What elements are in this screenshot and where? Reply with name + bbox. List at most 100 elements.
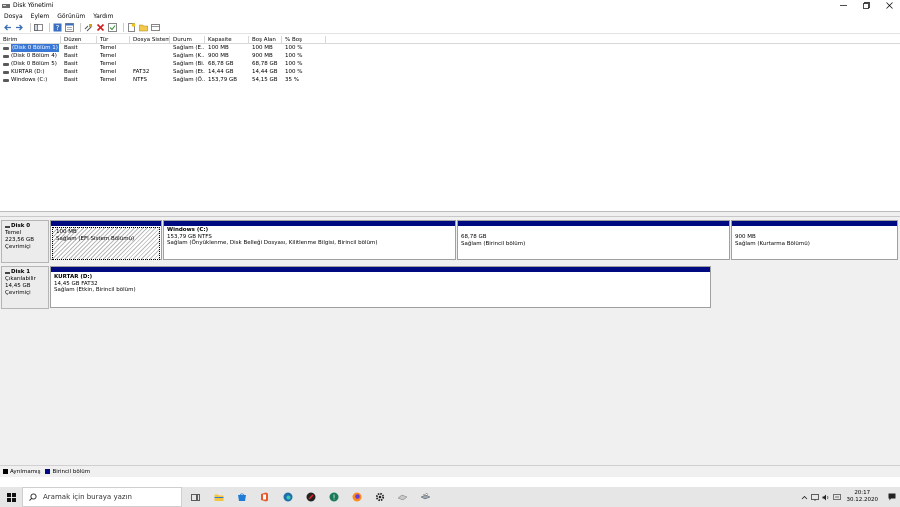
- column-header-durum[interactable]: Durum: [170, 36, 205, 43]
- open-button[interactable]: [139, 23, 148, 32]
- settings-button[interactable]: [368, 487, 391, 507]
- file-explorer-button[interactable]: [207, 487, 230, 507]
- table-row[interactable]: Windows (C:) Basit Temel NTFS Sağlam (Ö... 15…: [0, 76, 900, 84]
- table-cell: [130, 60, 170, 68]
- firefox-icon: [352, 492, 361, 502]
- window-title: Disk Yönetimi: [13, 2, 54, 9]
- partition-bar: [51, 221, 161, 226]
- table-row[interactable]: KURTAR (D:) Basit Temel FAT32 Sağlam (Et... 1…: [0, 68, 900, 76]
- edge-button[interactable]: [276, 487, 299, 507]
- volume-name: (Disk 0 Bölüm 1): [11, 44, 59, 52]
- volume-name: Windows (C:): [11, 77, 48, 83]
- minimize-button[interactable]: [832, 0, 854, 11]
- table-cell: 14,44 GB: [252, 69, 278, 75]
- network-icon: [811, 493, 819, 501]
- column-header-yuzde-bos[interactable]: % Boş: [282, 36, 326, 43]
- speaker-icon: [822, 494, 829, 500]
- show-hide-console-icon: [34, 23, 43, 31]
- opera-button[interactable]: [299, 487, 322, 507]
- delete-button[interactable]: [96, 23, 105, 32]
- menu-gorunum[interactable]: Görünüm: [57, 13, 85, 20]
- taskbar-clock[interactable]: 20:17 30.12.2020: [847, 490, 879, 504]
- svg-text:?: ?: [56, 24, 60, 32]
- view-button[interactable]: [151, 23, 160, 32]
- volume-icon: [3, 54, 9, 58]
- partition-status: Sağlam (Etkin, Birincil bölüm): [54, 287, 136, 293]
- show-hide-console-button[interactable]: [34, 23, 43, 32]
- firefox-button[interactable]: [345, 487, 368, 507]
- menu-dosya[interactable]: Dosya: [4, 13, 23, 20]
- table-cell-volume: (Disk 0 Bölüm 4): [0, 52, 61, 60]
- back-button[interactable]: [3, 23, 12, 32]
- close-button[interactable]: [878, 0, 900, 11]
- partition-recovery[interactable]: 900 MB Sağlam (Kurtarma Bölümü): [731, 220, 898, 260]
- partition-efi[interactable]: 100 MB Sağlam (EFI Sistem Bölümü): [50, 220, 162, 260]
- disk-icon: [5, 271, 10, 274]
- properties-button[interactable]: [65, 22, 74, 32]
- close-icon: [885, 2, 893, 9]
- table-cell: NTFS: [133, 77, 148, 83]
- clock-time: 20:17: [854, 490, 871, 496]
- start-button[interactable]: [0, 487, 22, 507]
- hdd-button[interactable]: [391, 487, 414, 507]
- taskbar-search-box[interactable]: Aramak için buraya yazın: [22, 487, 182, 507]
- search-placeholder: Aramak için buraya yazın: [43, 493, 132, 501]
- printer-button[interactable]: [414, 487, 437, 507]
- new-button[interactable]: [127, 22, 136, 32]
- table-row[interactable]: (Disk 0 Bölüm 1) Basit Temel Sağlam (E... 10…: [0, 44, 900, 52]
- partition-primary[interactable]: 68,78 GB Sağlam (Birincil bölüm): [457, 220, 730, 260]
- chrome-button[interactable]: !: [322, 487, 345, 507]
- action-center-button[interactable]: [884, 493, 900, 501]
- table-row[interactable]: (Disk 0 Bölüm 4) Basit Temel Sağlam (K... 90…: [0, 52, 900, 60]
- table-cell: 900 MB: [208, 53, 229, 59]
- disk-1-label[interactable]: Disk 1 Çıkarılabilir 14,45 GB Çevrimiçi: [1, 266, 49, 309]
- column-header-dosya-sistemi[interactable]: Dosya Sistemi: [130, 36, 170, 43]
- forward-button[interactable]: [15, 23, 24, 32]
- column-header-tur[interactable]: Tür: [97, 36, 130, 43]
- table-row[interactable]: (Disk 0 Bölüm 5) Basit Temel Sağlam (Bi... 6…: [0, 60, 900, 68]
- connect-button[interactable]: [84, 23, 93, 32]
- partition-status: Sağlam (Birincil bölüm): [461, 240, 526, 247]
- partition-kurtar-d[interactable]: KURTAR (D:) 14,45 GB FAT32 Sağlam (Etkin…: [50, 266, 711, 308]
- column-header-kapasite[interactable]: Kapasite: [205, 36, 249, 43]
- partition-status: Sağlam (EFI Sistem Bölümü): [56, 235, 135, 242]
- table-cell: 54,15 GB: [252, 77, 278, 83]
- menu-eylem[interactable]: Eylem: [31, 13, 50, 20]
- table-cell: Sağlam (Et...: [173, 69, 205, 75]
- chevron-up-icon: [801, 495, 807, 499]
- show-hidden-icons-button[interactable]: [799, 494, 810, 501]
- table-cell: Basit: [64, 69, 78, 75]
- help-button[interactable]: ?: [53, 23, 62, 32]
- menu-yardim[interactable]: Yardım: [93, 13, 113, 20]
- disk-0-status: Çevrimiçi: [5, 244, 31, 250]
- menu-bar: Dosya Eylem Görünüm Yardım: [0, 11, 900, 21]
- table-cell: 100 MB: [208, 45, 229, 51]
- language-button[interactable]: [832, 494, 843, 500]
- column-header-birim[interactable]: Birim: [0, 36, 61, 43]
- task-view-button[interactable]: [184, 487, 207, 507]
- check-button[interactable]: [108, 22, 117, 32]
- table-cell: 900 MB: [252, 53, 273, 59]
- partition-windows-c[interactable]: Windows (C:) 153,79 GB NTFS Sağlam (Önyü…: [163, 220, 456, 260]
- volume-list: Birim Düzen Tür Dosya Sistemi Durum Kapa…: [0, 36, 900, 212]
- table-cell: 100 MB: [252, 45, 273, 51]
- volume-name: KURTAR (D:): [11, 69, 45, 75]
- check-icon: [108, 22, 117, 32]
- office-icon: [261, 492, 268, 502]
- hdd-icon: [397, 494, 408, 500]
- clock-date: 30.12.2020: [846, 497, 879, 503]
- table-cell: FAT32: [133, 69, 150, 75]
- store-button[interactable]: [230, 487, 253, 507]
- volume-icon: [3, 70, 9, 74]
- table-cell: Sağlam (Ö...: [173, 77, 205, 83]
- legend-label-unallocated: Ayrılmamış: [10, 468, 41, 475]
- maximize-button[interactable]: [855, 0, 877, 11]
- volume-list-header: Birim Düzen Tür Dosya Sistemi Durum Kapa…: [0, 36, 900, 44]
- office-button[interactable]: [253, 487, 276, 507]
- volume-button[interactable]: [821, 494, 832, 501]
- column-header-bos-alan[interactable]: Boş Alan: [249, 36, 282, 43]
- forward-icon: [16, 24, 23, 30]
- disk-0-label[interactable]: Disk 0 Temel 223,56 GB Çevrimiçi: [1, 220, 49, 263]
- network-button[interactable]: [810, 493, 821, 501]
- column-header-duzen[interactable]: Düzen: [61, 36, 97, 43]
